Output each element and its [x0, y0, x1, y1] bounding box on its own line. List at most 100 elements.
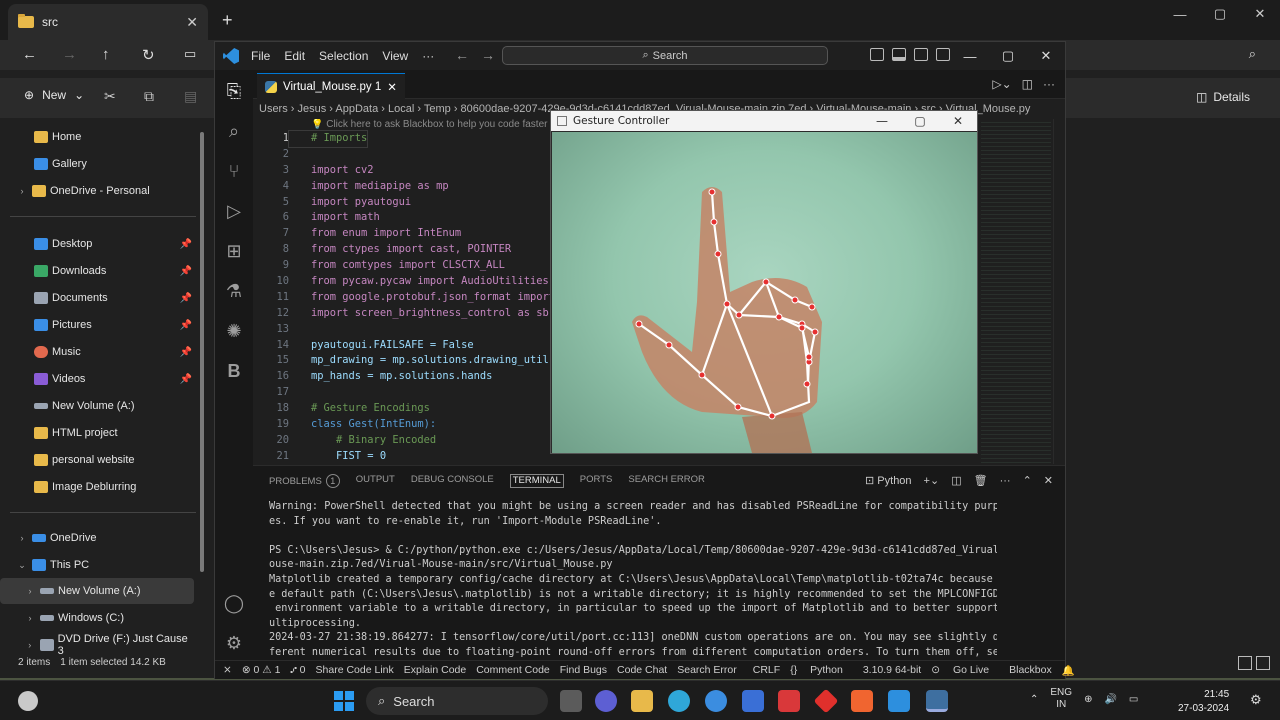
chatgpt-icon[interactable]: ✺: [223, 320, 245, 342]
terminal-output[interactable]: Warning: PowerShell detected that you mi…: [269, 500, 997, 661]
split-editor-icon[interactable]: ◫: [1022, 77, 1033, 91]
remote-icon[interactable]: ⨯: [223, 664, 232, 676]
vscode-taskbar-icon[interactable]: [888, 690, 910, 712]
chat-icon[interactable]: [595, 690, 617, 712]
anydesk-icon[interactable]: [813, 688, 839, 714]
tab-search-error[interactable]: SEARCH ERROR: [628, 474, 705, 488]
sidebar-item-documents[interactable]: Documents 📌: [0, 285, 194, 311]
battery-icon[interactable]: ▭: [1129, 694, 1138, 705]
forward-icon[interactable]: →: [481, 47, 495, 63]
sidebar-item-gallery[interactable]: Gallery: [0, 151, 194, 177]
close-panel-icon[interactable]: ✕: [1044, 474, 1053, 487]
run-debug-icon[interactable]: ▷: [223, 200, 245, 222]
edge-icon[interactable]: [668, 690, 690, 712]
file-explorer-icon[interactable]: [631, 690, 653, 712]
sidebar-item-downloads[interactable]: Downloads 📌: [0, 258, 194, 284]
extensions-icon[interactable]: ⊞: [223, 240, 245, 262]
sidebar-item-onedrive-personal[interactable]: › OneDrive - Personal: [0, 178, 194, 204]
search-error[interactable]: Search Error: [677, 664, 737, 676]
go-live-button[interactable]: ⊙ Go Live: [931, 664, 999, 676]
taskbar-search[interactable]: ⌕ Search: [366, 687, 548, 715]
kill-terminal-icon[interactable]: 🗑: [974, 474, 988, 487]
minimize-button[interactable]: —: [1160, 0, 1200, 28]
navigation-scrollbar[interactable]: [200, 132, 204, 572]
customize-layout-icon[interactable]: [936, 48, 950, 61]
new-tab-button[interactable]: +: [222, 10, 233, 31]
mcafee-icon[interactable]: [778, 690, 800, 712]
run-icon[interactable]: ▷⌄: [992, 77, 1011, 91]
pc-icon[interactable]: ▭: [184, 46, 196, 62]
sidebar-item-desktop[interactable]: Desktop 📌: [0, 231, 194, 257]
minimize-button[interactable]: —: [863, 111, 901, 131]
close-tab-icon[interactable]: ✕: [186, 14, 198, 31]
editor-scrollbar[interactable]: [1053, 119, 1065, 464]
start-button[interactable]: [334, 691, 354, 711]
blackbox-status[interactable]: Blackbox: [1009, 664, 1052, 676]
tiles-view-icon[interactable]: [1256, 656, 1270, 670]
volume-icon[interactable]: 🔊: [1104, 694, 1116, 705]
maximize-button[interactable]: ▢: [901, 111, 939, 131]
notification-icon[interactable]: ⚙: [1250, 692, 1262, 708]
blackbox-hint[interactable]: 💡 Click here to ask Blackbox to help you…: [311, 119, 547, 131]
eol-status[interactable]: CRLF: [753, 664, 780, 676]
tab-problems[interactable]: PROBLEMS 1: [269, 474, 340, 488]
new-button[interactable]: ⊕ New ⌄: [24, 88, 84, 102]
search-icon[interactable]: ⌕: [1249, 46, 1256, 62]
sidebar-item-new-volume-a[interactable]: › New Volume (A:): [0, 578, 194, 604]
testing-icon[interactable]: ⚗: [223, 280, 245, 302]
chevron-right-icon[interactable]: ›: [12, 533, 32, 543]
sidebar-item-html-project[interactable]: HTML project: [0, 420, 194, 446]
details-button[interactable]: ◫ Details: [1196, 90, 1250, 104]
toggle-secondary-sidebar-icon[interactable]: [914, 48, 928, 61]
close-button[interactable]: ✕: [1027, 42, 1065, 70]
menu-view[interactable]: View: [382, 49, 408, 63]
sidebar-item-onedrive[interactable]: › OneDrive: [0, 525, 194, 551]
sidebar-item-pictures[interactable]: Pictures 📌: [0, 312, 194, 338]
network-icon[interactable]: ⊕: [1084, 694, 1092, 705]
language-indicator[interactable]: ENG IN: [1050, 687, 1072, 711]
tab-ports[interactable]: PORTS: [580, 474, 613, 488]
explain-code[interactable]: Explain Code: [404, 664, 466, 676]
sidebar-item-personal-website[interactable]: personal website: [0, 447, 194, 473]
tab-debug-console[interactable]: DEBUG CONSOLE: [411, 474, 494, 488]
comment-code[interactable]: Comment Code: [476, 664, 550, 676]
paste-icon[interactable]: ▤: [184, 88, 197, 105]
chevron-right-icon[interactable]: ›: [20, 613, 40, 623]
menu-selection[interactable]: Selection: [319, 49, 368, 63]
sidebar-item-image-deblurring[interactable]: Image Deblurring: [0, 474, 194, 500]
brave-icon[interactable]: [851, 690, 873, 712]
minimize-button[interactable]: —: [951, 42, 989, 70]
ports-status[interactable]: ⑇ 0: [290, 664, 305, 676]
share-code-link[interactable]: Share Code Link: [316, 664, 394, 676]
source-control-icon[interactable]: ⑂: [223, 160, 245, 182]
sidebar-item-dvd-drive[interactable]: › DVD Drive (F:) Just Cause 3: [0, 632, 194, 658]
chevron-right-icon[interactable]: ›: [20, 640, 40, 650]
settings-gear-icon[interactable]: ⚙: [223, 632, 245, 654]
problems-status[interactable]: ⊗ 0 ⚠ 1: [242, 664, 281, 676]
toggle-sidebar-icon[interactable]: [870, 48, 884, 61]
menu-file[interactable]: File: [251, 49, 270, 63]
sidebar-item-new-volume[interactable]: New Volume (A:): [0, 393, 194, 419]
code-chat[interactable]: Code Chat: [617, 664, 667, 676]
close-button[interactable]: ✕: [1240, 0, 1280, 28]
split-terminal-icon[interactable]: ◫: [951, 474, 961, 487]
more-actions-icon[interactable]: ···: [1000, 475, 1011, 487]
sidebar-item-music[interactable]: Music 📌: [0, 339, 194, 365]
back-icon[interactable]: ←: [22, 46, 37, 63]
close-icon[interactable]: ✕: [387, 80, 397, 94]
command-center-search[interactable]: ⌕ Search: [502, 46, 828, 65]
tab-terminal[interactable]: TERMINAL: [509, 474, 564, 488]
explorer-tab[interactable]: src ✕: [8, 4, 208, 40]
forward-icon[interactable]: →: [62, 46, 77, 63]
terminal-shell-selector[interactable]: ⊡ Python: [865, 474, 912, 487]
sidebar-item-windows-c[interactable]: › Windows (C:): [0, 605, 194, 631]
account-icon[interactable]: ◯: [223, 592, 245, 614]
find-bugs[interactable]: Find Bugs: [560, 664, 607, 676]
chevron-right-icon[interactable]: ›: [12, 186, 32, 196]
interpreter-status[interactable]: 3.10.9 64-bit: [863, 664, 921, 676]
tab-output[interactable]: OUTPUT: [356, 474, 395, 488]
store-icon[interactable]: [742, 690, 764, 712]
python-taskbar-icon[interactable]: [926, 690, 948, 712]
clock[interactable]: 21:45 27-03-2024: [1178, 688, 1229, 716]
maximize-button[interactable]: ▢: [989, 42, 1027, 70]
